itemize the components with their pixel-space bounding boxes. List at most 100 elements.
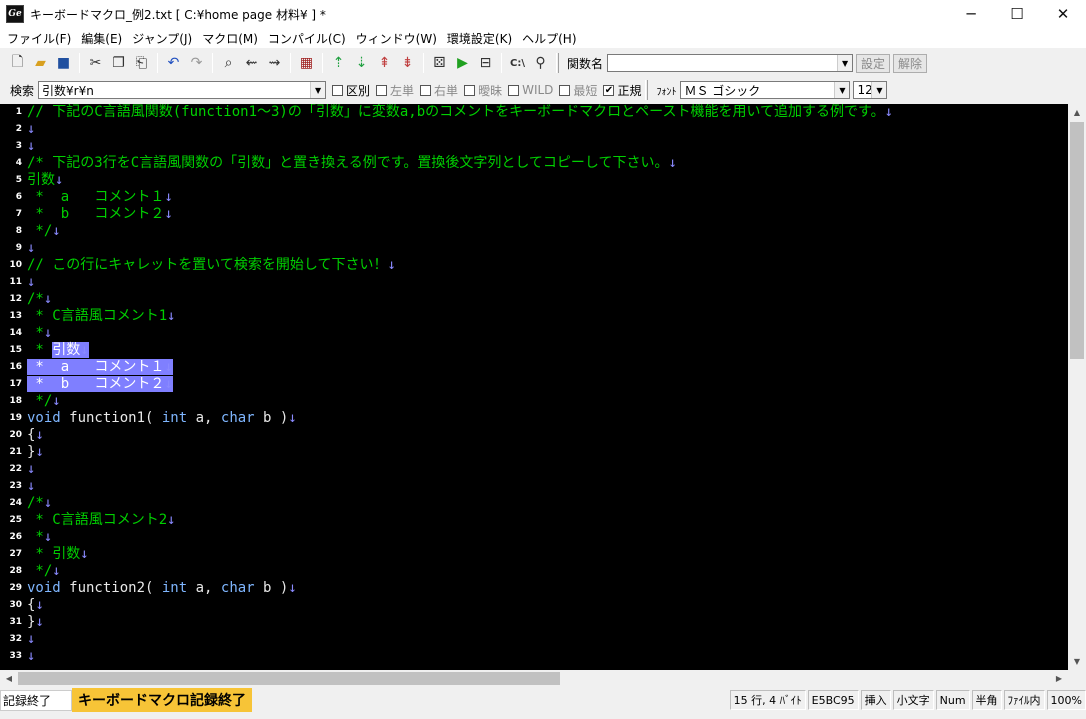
- menu-item[interactable]: マクロ(M): [199, 30, 265, 47]
- line-end-marker: ↓: [884, 104, 894, 120]
- checkbox-icon[interactable]: ✔: [603, 84, 615, 96]
- scroll-up-arrow-icon[interactable]: ▲: [1068, 104, 1086, 121]
- checkbox-icon[interactable]: [332, 84, 344, 96]
- split-window-icon[interactable]: ⊟: [474, 52, 497, 74]
- undo-icon[interactable]: ↶: [162, 52, 185, 74]
- menu-item[interactable]: 環境設定(K): [444, 30, 519, 47]
- line-end-marker: ↓: [43, 291, 53, 307]
- chevron-down-icon[interactable]: ▼: [310, 82, 326, 98]
- chevron-down-icon[interactable]: ▼: [834, 82, 850, 98]
- checkbox-icon[interactable]: [420, 84, 432, 96]
- line-number: 21: [9, 447, 22, 457]
- menu-item[interactable]: ジャンプ(J): [129, 30, 199, 47]
- grep-icon[interactable]: ▦: [295, 52, 318, 74]
- horizontal-scroll-thumb[interactable]: [18, 672, 560, 685]
- bookmark-clear-icon[interactable]: ⇟: [396, 52, 419, 74]
- release-button[interactable]: 解除: [893, 53, 928, 73]
- code-line: 4 /* 下記の3行をC言語風関数の「引数」と置き換える例です。置換後文字列として…: [0, 155, 1068, 172]
- tool-icon[interactable]: ⚲: [529, 52, 552, 74]
- paste-icon[interactable]: ⎗: [130, 52, 153, 74]
- bookmark-down-icon[interactable]: ⇣: [350, 52, 373, 74]
- chevron-down-icon[interactable]: ▼: [837, 55, 853, 71]
- function-name-select[interactable]: ▼: [607, 54, 854, 72]
- copy-icon[interactable]: ❐: [107, 52, 130, 74]
- find-next-icon[interactable]: ⇝: [263, 52, 286, 74]
- code-token: function2(: [60, 580, 162, 596]
- search-option-checkbox[interactable]: 最短: [559, 82, 597, 99]
- checkbox-icon[interactable]: [559, 84, 571, 96]
- line-text: // 下記のC言語風関数(function1～3)の「引数」に変数a,bのコメン…: [27, 104, 893, 121]
- search-option-checkbox[interactable]: 左単: [376, 82, 414, 99]
- title-bar: Ge キーボードマクロ_例2.txt [ C:¥home page 材料¥ ] …: [0, 0, 1086, 28]
- find-previous-icon[interactable]: ⇜: [240, 52, 263, 74]
- checkbox-icon[interactable]: [376, 84, 388, 96]
- text-editor[interactable]: 1 // 下記のC言語風関数(function1～3)の「引数」に変数a,bのコメ…: [0, 104, 1068, 670]
- search-option-checkbox[interactable]: 右単: [420, 82, 458, 99]
- search-option-checkbox[interactable]: 区別: [332, 82, 370, 99]
- code-token: /*: [27, 495, 44, 511]
- scroll-left-arrow-icon[interactable]: ◀: [0, 670, 18, 687]
- line-text: }↓: [27, 444, 44, 461]
- menu-item[interactable]: ヘルプ(H): [519, 30, 583, 47]
- line-end-marker: ↓: [27, 631, 36, 647]
- cut-icon[interactable]: ✂: [84, 52, 107, 74]
- scroll-down-arrow-icon[interactable]: ▼: [1068, 653, 1086, 670]
- line-text: }↓: [27, 614, 44, 631]
- line-end-marker: ↓: [27, 138, 36, 154]
- line-text: * a コメント１↓: [27, 189, 172, 206]
- line-text: {↓: [27, 597, 44, 614]
- code-line: 6 * a コメント１↓: [0, 189, 1068, 206]
- bookmark-set-icon[interactable]: ⇞: [373, 52, 396, 74]
- find-icon[interactable]: ⌕: [217, 52, 240, 74]
- line-number: 24: [9, 498, 22, 508]
- set-button[interactable]: 設定: [856, 53, 891, 73]
- line-number: 15: [9, 345, 22, 355]
- search-option-label: WILD: [522, 83, 554, 97]
- save-icon[interactable]: ■: [52, 52, 75, 74]
- checkbox-icon[interactable]: [508, 84, 520, 96]
- font-size-select[interactable]: 12 ▼: [853, 81, 888, 99]
- status-cell: 100%: [1046, 690, 1086, 710]
- scroll-right-arrow-icon[interactable]: ▶: [1050, 670, 1068, 687]
- menu-item[interactable]: ウィンドウ(W): [353, 30, 444, 47]
- menu-item[interactable]: ファイル(F): [4, 30, 78, 47]
- line-end-marker: ↓: [35, 597, 44, 613]
- code-line: 10 // この行にキャレットを置いて検索を開始して下さい！↓: [0, 257, 1068, 274]
- maximize-button[interactable]: ☐: [994, 0, 1040, 28]
- code-token: /* 下記の3行をC言語風関数の「引数」と置き換える例です。置換後文字列としてコ…: [27, 155, 669, 171]
- bookmark-up-icon[interactable]: ⇡: [327, 52, 350, 74]
- search-option-checkbox[interactable]: 曖昧: [464, 82, 502, 99]
- code-token: * 引数: [27, 546, 81, 562]
- line-text: ↓: [27, 461, 35, 478]
- redo-icon[interactable]: ↷: [185, 52, 208, 74]
- line-number: 14: [9, 328, 22, 338]
- chevron-down-icon[interactable]: ▼: [871, 82, 887, 98]
- checkbox-icon[interactable]: [464, 84, 476, 96]
- code-line: 1 // 下記のC言語風関数(function1～3)の「引数」に変数a,bのコメ…: [0, 104, 1068, 121]
- menu-item[interactable]: コンパイル(C): [265, 30, 353, 47]
- search-option-checkbox[interactable]: WILD: [508, 83, 553, 97]
- close-button[interactable]: ✕: [1040, 0, 1086, 28]
- status-message: 記録終了: [0, 689, 72, 711]
- line-text: */↓: [27, 393, 60, 410]
- macro-record-icon[interactable]: ⚄: [428, 52, 451, 74]
- search-input[interactable]: 引数¥r¥n ▼: [38, 81, 327, 99]
- new-file-icon[interactable]: 🗋: [6, 52, 29, 74]
- line-text: * 引数↓: [27, 546, 88, 563]
- status-cell: Num: [935, 690, 970, 710]
- line-number: 29: [9, 583, 22, 593]
- code-line: 19 void function1( int a, char b )↓: [0, 410, 1068, 427]
- minimize-button[interactable]: ─: [948, 0, 994, 28]
- menu-item[interactable]: 編集(E): [78, 30, 129, 47]
- macro-status-banner: キーボードマクロ記録終了: [72, 688, 252, 712]
- line-text: ↓: [27, 138, 35, 155]
- code-line: 30 {↓: [0, 597, 1068, 614]
- command-prompt-icon[interactable]: C:\: [506, 52, 529, 74]
- vertical-scroll-thumb[interactable]: [1070, 122, 1084, 359]
- code-token: void: [27, 410, 61, 426]
- code-token: */: [27, 563, 53, 579]
- search-option-checkbox[interactable]: ✔ 正規: [603, 82, 641, 99]
- macro-run-icon[interactable]: ▶: [451, 52, 474, 74]
- font-select[interactable]: ＭＳ ゴシック ▼: [680, 81, 851, 99]
- open-folder-icon[interactable]: ▰: [29, 52, 52, 74]
